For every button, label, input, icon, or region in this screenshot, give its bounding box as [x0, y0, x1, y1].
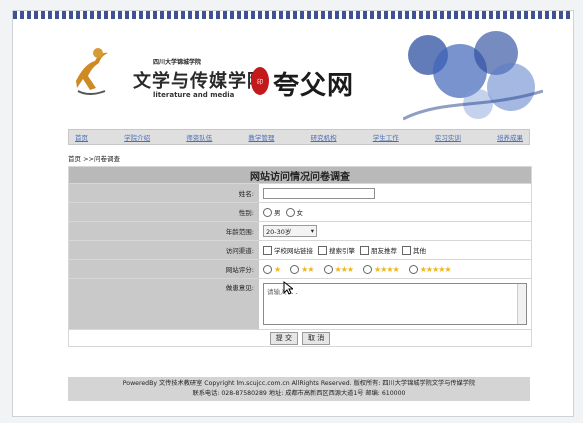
- chevron-down-icon: ▾: [310, 227, 314, 235]
- channel-school-link-checkbox[interactable]: [263, 245, 272, 255]
- star-icon: ★★: [301, 264, 314, 274]
- browser-page: 四川大学锦城学院 文学与传媒学院 literature and media 印 …: [12, 10, 574, 417]
- name-label: 姓名:: [69, 184, 259, 202]
- gender-label: 性别:: [69, 203, 259, 221]
- channel-other-label: 其他: [413, 247, 426, 255]
- college-name: 文学与传媒学院: [133, 71, 266, 92]
- name-input[interactable]: [263, 187, 375, 199]
- site-banner: 四川大学锦城学院 文学与传媒学院 literature and media 印 …: [13, 19, 573, 121]
- star-icon: ★★★: [334, 264, 354, 274]
- age-selected: 20-30岁: [266, 228, 292, 236]
- red-seal-icon: 印: [251, 67, 269, 95]
- nav-research[interactable]: 研究机构: [311, 132, 337, 142]
- star-icon: ★★★★★: [419, 264, 452, 274]
- nav-internship[interactable]: 实习实训: [435, 132, 461, 142]
- age-select[interactable]: 20-30岁 ▾: [263, 225, 317, 237]
- cancel-button[interactable]: 取 消: [302, 331, 331, 345]
- comment-label: 做患意见:: [69, 279, 259, 329]
- blue-porcelain-pattern-icon: [403, 29, 543, 121]
- school-name-small: 四川大学锦城学院: [153, 59, 202, 66]
- star-icon: ★★★★: [374, 264, 400, 274]
- textarea-scrollbar[interactable]: [517, 284, 526, 324]
- nav-student-work[interactable]: 学生工作: [373, 132, 399, 142]
- breadcrumb: 首页 >>问卷调查: [68, 155, 120, 163]
- nav-home[interactable]: 首页: [75, 132, 88, 142]
- star-icon: ★: [274, 264, 281, 274]
- age-label: 年龄范围:: [69, 222, 259, 240]
- submit-button[interactable]: 提 交: [269, 331, 298, 345]
- footer-contact: 联系电话: 028-87580289 地址: 成都市高新西区西源大道1号 邮编:…: [192, 390, 406, 397]
- nav-teaching[interactable]: 教学管理: [248, 132, 274, 142]
- rating-3-radio[interactable]: [323, 264, 333, 274]
- mouse-cursor-icon: [283, 281, 293, 295]
- gender-male-radio[interactable]: [263, 207, 272, 217]
- rating-4-radio[interactable]: [363, 264, 373, 274]
- form-buttons: 提 交 取 消: [69, 329, 531, 346]
- row-name: 姓名:: [69, 183, 531, 202]
- gender-male-label: 男: [274, 209, 281, 217]
- row-channel: 访问渠道: 学校网站链接 搜索引擎 朋友推荐 其他: [69, 240, 531, 259]
- nav-faculty[interactable]: 师资队伍: [186, 132, 212, 142]
- top-decorative-border: [13, 11, 573, 19]
- college-name-en: literature and media: [153, 91, 235, 99]
- gender-female-radio[interactable]: [285, 207, 295, 217]
- channel-search-checkbox[interactable]: [318, 245, 327, 255]
- gender-female-label: 女: [296, 209, 304, 217]
- row-age: 年龄范围: 20-30岁 ▾: [69, 221, 531, 240]
- comment-textarea[interactable]: 请输入...: [263, 283, 527, 325]
- channel-school-link-label: 学校网站链接: [274, 247, 313, 255]
- rating-1-radio[interactable]: [263, 264, 272, 274]
- channel-friend-label: 朋友推荐: [371, 247, 397, 255]
- row-rating: 网站评分: ★ ★★ ★★★ ★★★★ ★★★★★: [69, 259, 531, 278]
- rating-label: 网站评分:: [69, 260, 259, 278]
- brand-logo-text: 夸父网: [273, 71, 355, 101]
- survey-title: 网站访问情况问卷调查: [69, 167, 531, 183]
- runner-logo-icon: [76, 48, 108, 95]
- main-nav: 首页 学院介绍 师资队伍 教学管理 研究机构 学生工作 实习实训 培养成果: [68, 129, 530, 145]
- site-footer: PoweredBy 文传技术教研室 Copyright lm.scujcc.co…: [68, 377, 530, 401]
- survey-form: 网站访问情况问卷调查 姓名: 性别: 男 女 年龄范围: 20-30岁 ▾ 访问渠…: [68, 166, 532, 347]
- channel-search-label: 搜索引擎: [329, 247, 355, 255]
- row-gender: 性别: 男 女: [69, 202, 531, 221]
- channel-label: 访问渠道:: [69, 241, 259, 259]
- footer-copyright: PoweredBy 文传技术教研室 Copyright lm.scujcc.co…: [122, 380, 476, 387]
- channel-other-checkbox[interactable]: [402, 245, 411, 255]
- nav-achievements[interactable]: 培养成果: [497, 132, 523, 142]
- rating-2-radio[interactable]: [290, 264, 300, 274]
- nav-college-intro[interactable]: 学院介绍: [124, 132, 150, 142]
- channel-friend-checkbox[interactable]: [360, 245, 369, 255]
- row-comment: 做患意见: 请输入...: [69, 278, 531, 329]
- rating-5-radio[interactable]: [408, 264, 418, 274]
